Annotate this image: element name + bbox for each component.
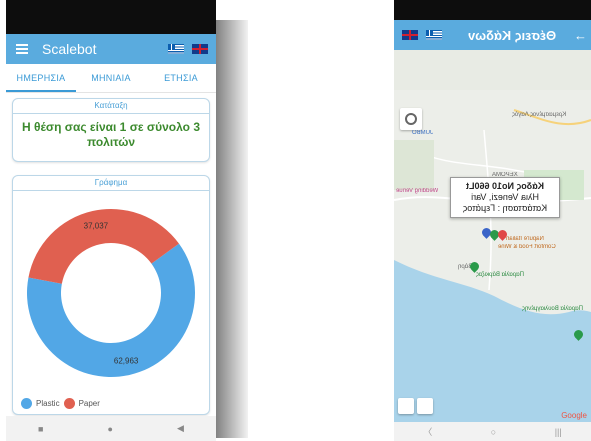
status-bar	[6, 0, 216, 34]
legend-paper-label: Paper	[78, 399, 100, 408]
system-nav-bar: 〈 ○ |||	[394, 422, 591, 441]
donut-chart: 62,963 37,037	[26, 209, 195, 377]
google-logo: Google	[561, 411, 587, 420]
legend-paper-swatch	[63, 398, 75, 409]
donut-label-paper: 37,037	[84, 222, 109, 231]
map-label: Comfort Food & Wine	[498, 244, 556, 250]
popup-status: Κατάσταση : Γεμάτος	[462, 203, 548, 213]
back-button[interactable]: ◀	[177, 423, 184, 434]
recent-apps-button[interactable]: ■	[38, 424, 43, 434]
directions-icon[interactable]	[417, 398, 433, 414]
ranking-text: Η θέση σας είναι 1 σε σύνολο 3 πολιτών	[22, 120, 200, 149]
greek-flag-icon[interactable]	[168, 44, 184, 54]
map-label: Wedding Venue	[396, 188, 439, 194]
map-tools	[398, 398, 433, 414]
crosshair-icon	[405, 113, 417, 125]
popup-address: Ηλιa Venezi, Vari	[471, 192, 539, 202]
home-button[interactable]: ○	[491, 427, 496, 437]
home-button[interactable]: ●	[108, 424, 113, 434]
app-title: Scalebot	[42, 41, 97, 57]
popup-title: Κάδος No10 660Lt	[466, 181, 544, 191]
map-label: Παραλία Βουλιαγμένης	[522, 306, 583, 312]
map-view[interactable]: Κρεμασμένος Λαγός JUMBO ΧΕΡΟΜΑ Wedding V…	[394, 50, 591, 422]
greek-flag-icon[interactable]	[426, 30, 442, 40]
recent-apps-button[interactable]: |||	[555, 427, 562, 437]
chart-card-header: Γράφημα	[13, 176, 209, 191]
app-title: Θέσεις Κάδων	[467, 27, 557, 43]
uk-flag-icon[interactable]	[192, 44, 208, 54]
map-label: Napul'è Italian	[506, 236, 544, 242]
chart-legend: Plastic Paper	[21, 398, 100, 409]
back-arrow-icon[interactable]: ←	[574, 28, 587, 43]
legend-plastic-swatch	[21, 398, 32, 409]
ranking-card: Κατάταξη Η θέση σας είναι 1 σε σύνολο 3 …	[12, 98, 210, 162]
tab-monthly[interactable]: ΜΗΝΙΑΙΑ	[76, 64, 146, 92]
legend-plastic-label: Plastic	[36, 399, 60, 408]
uk-flag-icon[interactable]	[402, 30, 418, 40]
tab-daily[interactable]: ΗΜΕΡΗΣΙΑ	[6, 64, 76, 92]
period-tabs: ΗΜΕΡΗΣΙΑ ΜΗΝΙΑΙΑ ΕΤΗΣΙΑ	[6, 64, 216, 93]
map-label: JUMBO	[412, 130, 433, 136]
app-bar: Θέσεις Κάδων ←	[394, 20, 591, 50]
donut-label-plastic: 62,963	[114, 356, 139, 365]
bin-info-popup[interactable]: Κάδος No10 660Lt Ηλιa Venezi, Vari Κατάσ…	[450, 177, 560, 218]
chart-card: Γράφημα 62,963 37,037 Plastic Paper	[12, 175, 210, 415]
location-button[interactable]	[400, 108, 422, 130]
system-nav-bar: ■ ● ◀	[6, 416, 216, 441]
maps-app-icon[interactable]	[398, 398, 414, 414]
tab-yearly[interactable]: ΕΤΗΣΙΑ	[146, 64, 216, 92]
map-phone-screen: Θέσεις Κάδων ← Κρεμασμένος Λαγός JUMBO Χ…	[394, 0, 591, 441]
scalebot-phone-screen: Scalebot ΗΜΕΡΗΣΙΑ ΜΗΝΙΑΙΑ ΕΤΗΣΙΑ Κατάταξ…	[6, 0, 216, 441]
ranking-card-header: Κατάταξη	[13, 99, 209, 114]
back-button[interactable]: 〈	[423, 425, 432, 438]
map-label: Παραλία Βάρκιζας	[476, 272, 524, 278]
hamburger-menu-icon[interactable]	[16, 44, 28, 54]
donut-hole	[61, 243, 161, 343]
app-bar: Scalebot	[6, 34, 216, 64]
status-bar	[394, 0, 591, 20]
phone-shadow	[212, 20, 248, 438]
map-label: Κρεμασμένος Λαγός	[512, 112, 567, 118]
